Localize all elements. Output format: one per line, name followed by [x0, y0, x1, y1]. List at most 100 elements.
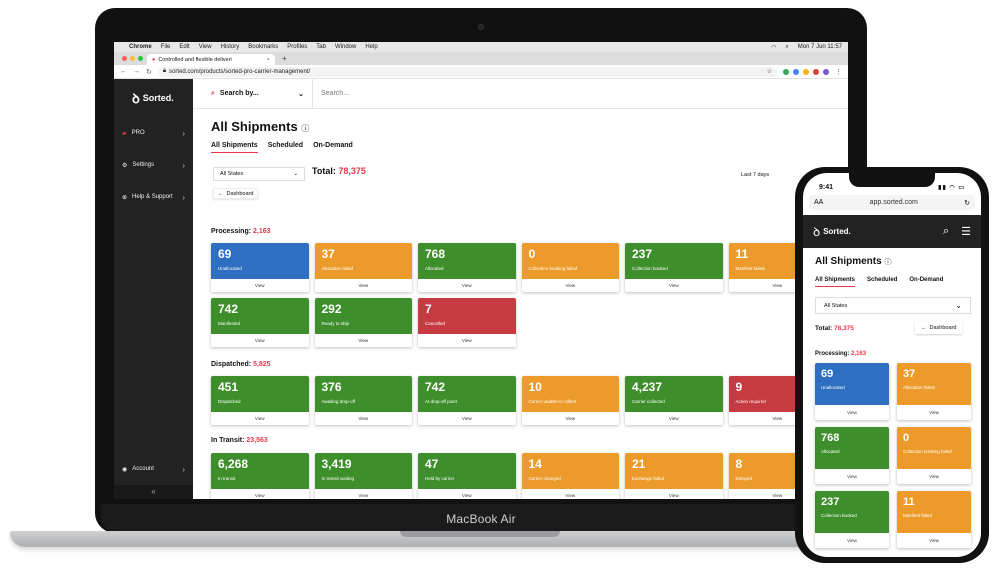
wifi-icon[interactable]: ◠ [771, 44, 776, 51]
search-icon[interactable]: ⌕ [785, 44, 788, 51]
extension-icon[interactable] [803, 68, 809, 75]
menubar-edit[interactable]: Edit [179, 44, 189, 50]
view-link[interactable]: View [211, 279, 309, 292]
phone-brand[interactable]: Sorted. [823, 227, 851, 236]
status-card[interactable]: 237 Collection booked View [815, 491, 889, 548]
sidebar-item-settings[interactable]: ⚙ Settings › [114, 157, 193, 173]
view-link[interactable]: View [897, 469, 971, 484]
profile-avatar-icon[interactable] [823, 68, 829, 75]
status-card[interactable]: 10 Carrier unable to collect View [521, 376, 620, 425]
view-link[interactable]: View [815, 405, 889, 420]
menubar-window[interactable]: Window [335, 44, 356, 50]
reload-icon[interactable]: ↻ [146, 68, 152, 76]
menubar-help[interactable]: Help [365, 44, 377, 50]
new-tab-icon[interactable]: + [282, 54, 287, 63]
view-link[interactable]: View [315, 412, 413, 425]
status-card[interactable]: 742 At drop-off point View [418, 376, 516, 425]
menubar-profiles[interactable]: Profiles [287, 44, 307, 50]
tab-on-demand[interactable]: On-Demand [313, 142, 353, 153]
date-range-select[interactable]: Last 7 days [741, 172, 769, 178]
menubar-history[interactable]: History [221, 44, 240, 50]
view-link[interactable]: View [315, 489, 413, 499]
view-link[interactable]: View [522, 489, 620, 499]
view-link[interactable]: View [315, 334, 413, 347]
status-card[interactable]: 768 Allocated View [815, 427, 889, 484]
search-icon[interactable]: ⌕ [943, 225, 949, 238]
status-card[interactable]: 237 Collection booked View [625, 243, 723, 292]
view-link[interactable]: View [625, 489, 723, 499]
status-card[interactable]: 47 Held by carrier View [418, 453, 516, 499]
view-link[interactable]: View [522, 279, 620, 292]
view-link[interactable]: View [418, 412, 516, 425]
close-tab-icon[interactable]: × [267, 57, 270, 63]
sidebar-item-account[interactable]: ◉ Account › [114, 461, 193, 477]
state-filter-select[interactable]: All States ⌄ [213, 167, 305, 181]
tab-all-shipments[interactable]: All Shipments [815, 277, 856, 287]
status-card[interactable]: 37 Allocation failed View [897, 363, 971, 420]
minimize-window-icon[interactable] [130, 56, 135, 61]
search-by-dropdown[interactable]: ⌕ Search by... ⌄ [193, 79, 313, 109]
reader-aa-button[interactable]: AA [814, 199, 823, 206]
view-link[interactable]: View [625, 279, 723, 292]
view-link[interactable]: View [815, 533, 889, 548]
sidebar-item-help-support[interactable]: ⊕ Help & Support › [114, 189, 193, 205]
status-card[interactable]: 0 Collection booking failed View [897, 427, 971, 484]
phone-state-filter-select[interactable]: All States ⌄ [815, 297, 971, 314]
browser-menu-icon[interactable]: ⋮ [835, 68, 842, 76]
view-link[interactable]: View [897, 405, 971, 420]
menubar-bookmarks[interactable]: Bookmarks [248, 44, 278, 50]
address-bar[interactable]: 🔒︎ sorted.com/products/sorted-pro-carrie… [157, 66, 777, 77]
view-link[interactable]: View [897, 533, 971, 548]
menubar-view[interactable]: View [199, 44, 212, 50]
browser-tab[interactable]: ● Controlled and flexible deliveri × [147, 54, 275, 65]
extension-icon[interactable] [813, 68, 819, 75]
view-link[interactable]: View [211, 412, 309, 425]
status-card[interactable]: 0 Collection booking failed View [521, 243, 620, 292]
reload-icon[interactable]: ↻ [964, 199, 970, 207]
view-link[interactable]: View [211, 334, 309, 347]
tab-on-demand[interactable]: On-Demand [909, 277, 943, 287]
phone-address-bar[interactable]: AA app.sorted.com ↻ [809, 195, 975, 210]
phone-dashboard-button[interactable]: ← Dashboard [915, 321, 962, 334]
view-link[interactable]: View [815, 469, 889, 484]
sorted-logo[interactable]: ꝺ Sorted. [114, 79, 193, 116]
status-card[interactable]: 69 Unallocated View [815, 363, 889, 420]
view-link[interactable]: View [625, 412, 723, 425]
status-card[interactable]: 451 Dispatched View [211, 376, 309, 425]
status-card[interactable]: 742 Manifested View [211, 298, 309, 347]
status-card[interactable]: 69 Unallocated View [211, 243, 309, 292]
view-link[interactable]: View [418, 489, 516, 499]
sidebar-item-pro[interactable]: ▰ PRO › [114, 125, 193, 141]
collapse-sidebar-button[interactable]: « [114, 485, 193, 499]
tab-all-shipments[interactable]: All Shipments [211, 142, 258, 153]
view-link[interactable]: View [211, 489, 309, 499]
view-link[interactable]: View [418, 279, 516, 292]
menubar-file[interactable]: File [161, 44, 171, 50]
info-icon[interactable]: ⓘ [884, 259, 891, 266]
status-card[interactable]: 376 Awaiting drop-off View [314, 376, 413, 425]
status-card[interactable]: 768 Allocated View [418, 243, 516, 292]
menubar-app[interactable]: Chrome [129, 44, 152, 50]
view-link[interactable]: View [522, 412, 620, 425]
view-link[interactable]: View [418, 334, 516, 347]
extension-icon[interactable] [793, 68, 799, 75]
forward-icon[interactable]: → [133, 68, 140, 75]
status-card[interactable]: 292 Ready to ship View [314, 298, 413, 347]
search-input[interactable] [313, 90, 848, 97]
status-card[interactable]: 3,419 In transit waiting View [314, 453, 413, 499]
status-card[interactable]: 7 Cancelled View [418, 298, 516, 347]
back-icon[interactable]: ← [120, 68, 127, 75]
tab-scheduled[interactable]: Scheduled [867, 277, 897, 287]
bookmark-star-icon[interactable]: ☆ [767, 68, 772, 75]
maximize-window-icon[interactable] [138, 56, 143, 61]
menubar-tab[interactable]: Tab [316, 44, 326, 50]
extension-icon[interactable] [783, 68, 789, 75]
hamburger-menu-icon[interactable]: ☰ [961, 225, 971, 238]
status-card[interactable]: 11 Manifest failed View [897, 491, 971, 548]
status-card[interactable]: 4,237 Carrier collected View [625, 376, 723, 425]
status-card[interactable]: 21 Exchange failed View [625, 453, 723, 499]
view-link[interactable]: View [315, 279, 413, 292]
status-card[interactable]: 6,268 In transit View [211, 453, 309, 499]
tab-scheduled[interactable]: Scheduled [268, 142, 303, 153]
status-card[interactable]: 37 Allocation failed View [314, 243, 413, 292]
